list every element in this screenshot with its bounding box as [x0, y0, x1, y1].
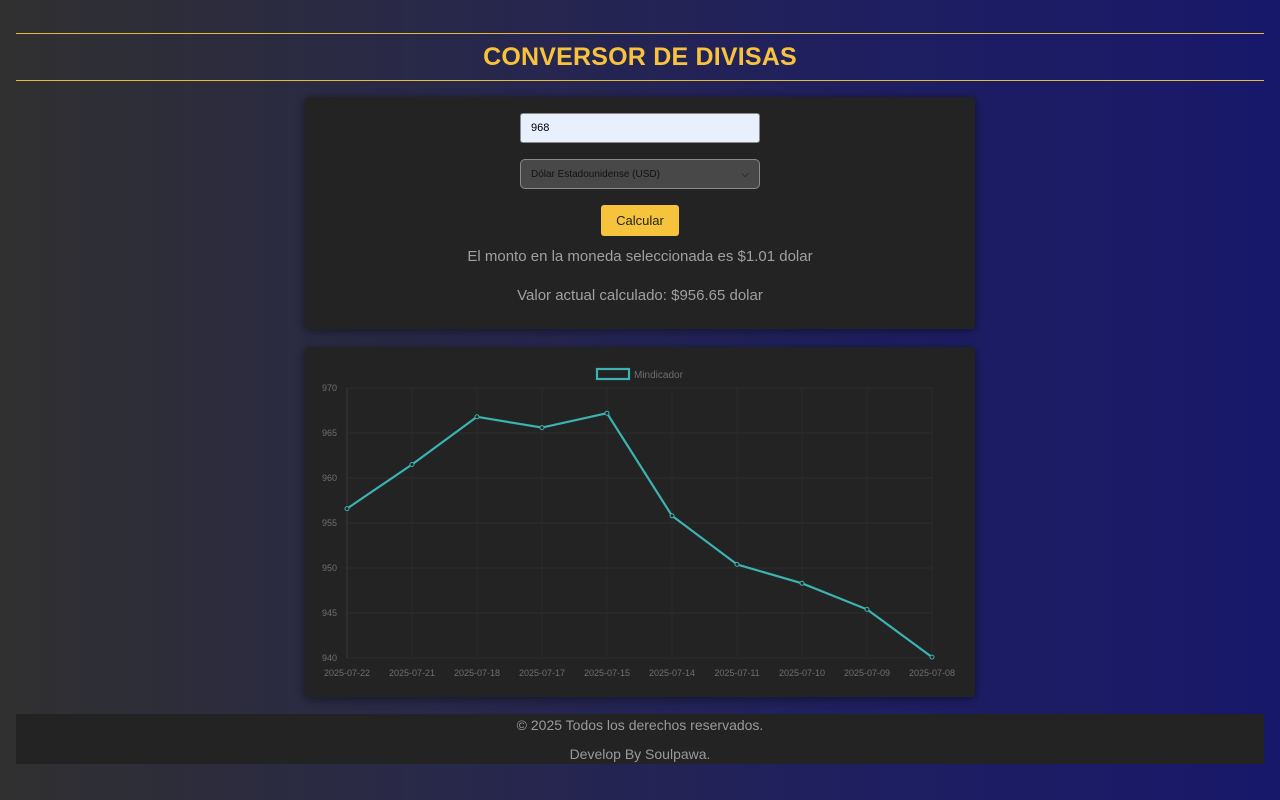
- calculate-button[interactable]: Calcular: [601, 205, 679, 236]
- data-point: [669, 513, 675, 519]
- data-point: [604, 410, 610, 416]
- footer-credit: Develop By Soulpawa.: [569, 746, 711, 762]
- y-tick-label: 955: [322, 518, 337, 528]
- x-tick-label: 2025-07-14: [649, 668, 695, 678]
- data-point: [864, 606, 870, 612]
- data-point: [539, 425, 545, 431]
- data-point: [799, 580, 805, 586]
- x-tick-label: 2025-07-17: [519, 668, 565, 678]
- x-tick-label: 2025-07-18: [454, 668, 500, 678]
- amount-input[interactable]: [520, 113, 760, 143]
- legend-swatch: [595, 367, 631, 381]
- footer-copyright: © 2025 Todos los derechos reservados.: [516, 717, 764, 733]
- x-tick-label: 2025-07-11: [714, 668, 759, 678]
- currency-select[interactable]: Dólar Estadounidense (USD) ⌵: [520, 159, 760, 189]
- result-rate-text: El monto en la moneda seleccionada es $1…: [467, 248, 813, 265]
- data-point: [344, 506, 350, 512]
- result-value-text: Valor actual calculado: $956.65 dolar: [517, 287, 763, 304]
- chevron-down-icon: ⌵: [741, 168, 749, 180]
- data-point: [474, 414, 480, 420]
- y-tick-label: 945: [322, 608, 337, 618]
- data-point: [734, 561, 740, 567]
- x-tick-label: 2025-07-08: [909, 668, 955, 678]
- data-point: [409, 462, 415, 467]
- y-tick-label: 960: [322, 473, 337, 483]
- page-header: CONVERSOR DE DIVISAS: [16, 33, 1264, 81]
- converter-card: Dólar Estadounidense (USD) ⌵ Calcular El…: [305, 97, 975, 329]
- x-tick-label: 2025-07-10: [779, 668, 825, 678]
- x-tick-label: 2025-07-15: [584, 668, 630, 678]
- page-title: CONVERSOR DE DIVISAS: [483, 42, 797, 71]
- y-tick-label: 970: [322, 383, 337, 393]
- line-chart: 940 945 950 955 960 965 970 2025-07-22 2025-07-2…: [322, 367, 955, 678]
- legend-label: Mindicador: [634, 370, 684, 381]
- x-tick-label: 2025-07-21: [389, 668, 435, 678]
- chart-card: 940 945 950 955 960 965 970 2025-07-22 2025-07-2…: [305, 347, 975, 697]
- data-point: [929, 654, 935, 660]
- series-line: [346, 412, 933, 658]
- x-tick-label: 2025-07-22: [324, 668, 370, 678]
- y-tick-label: 965: [322, 428, 337, 438]
- x-tick-label: 2025-07-09: [844, 668, 890, 678]
- currency-selected-label: Dólar Estadounidense (USD): [531, 168, 660, 180]
- footer: © 2025 Todos los derechos reservados. De…: [16, 714, 1264, 764]
- y-tick-label: 940: [322, 653, 337, 663]
- y-tick-label: 950: [322, 563, 337, 573]
